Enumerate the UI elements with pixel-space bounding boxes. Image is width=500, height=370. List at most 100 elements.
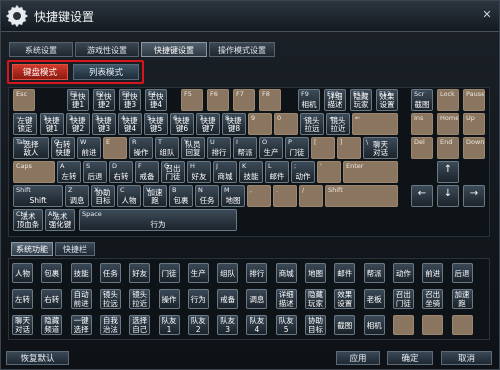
key-7e[interactable]: ~ 左键 锁定 — [13, 113, 37, 135]
key-o[interactable]: O 生产 — [259, 137, 283, 159]
function-button[interactable]: 前进 — [422, 263, 444, 283]
close-icon[interactable]: ✕ — [481, 9, 493, 21]
function-button[interactable]: 队友2 — [187, 315, 209, 335]
empty-slot[interactable] — [422, 315, 444, 335]
key-3b[interactable]: ; 动作 — [291, 161, 315, 183]
key-z[interactable]: Z 调息 — [65, 185, 89, 207]
function-button[interactable]: 详细 描述 — [275, 289, 297, 309]
key-shift[interactable]: Shift Shift — [13, 185, 63, 207]
key-caps[interactable]: Caps — [13, 161, 55, 183]
tab-shortcut-settings[interactable]: 快捷键设置 — [141, 42, 207, 57]
key-1[interactable]: 1 快捷 键1 — [40, 113, 64, 135]
key-6[interactable]: 6 快捷 键6 — [170, 113, 194, 135]
key-esc[interactable]: Esc — [13, 89, 35, 111]
key-f6[interactable]: F6 — [207, 89, 229, 111]
function-button[interactable]: 商城 — [275, 263, 297, 283]
function-button[interactable]: 邮件 — [334, 263, 356, 283]
function-button[interactable]: 隐藏 频道 — [41, 315, 63, 335]
key-scr[interactable]: Scr 截图 — [411, 89, 433, 111]
key-ctrl[interactable]: Ctrl 法术 顶血条 — [13, 209, 43, 231]
key-t[interactable]: T 组队 — [155, 137, 179, 159]
function-button[interactable]: 自我 治法 — [99, 315, 121, 335]
key-27[interactable]: ' — [317, 161, 341, 183]
key-f[interactable]: F 戒备 — [135, 161, 159, 183]
function-button[interactable]: 后退 — [451, 263, 473, 283]
key-tab[interactable]: Tab 选择 敌人 — [13, 137, 49, 159]
function-button[interactable]: 相机 — [363, 315, 385, 335]
function-button[interactable]: 聊天 对话 — [12, 315, 33, 335]
key-del[interactable]: Del — [411, 137, 433, 159]
key-ins[interactable]: Ins — [411, 113, 433, 135]
function-button[interactable]: 动作 — [392, 263, 414, 283]
function-button[interactable]: 组队 — [217, 263, 239, 283]
key-m[interactable]: M 地图 — [221, 185, 245, 207]
tab-quickbar[interactable]: 快捷栏 — [55, 242, 95, 256]
key-2[interactable]: 2 快捷 键2 — [66, 113, 90, 135]
function-button[interactable]: 队友5 — [275, 315, 297, 335]
key-r[interactable]: R 操作 — [129, 137, 153, 159]
function-button[interactable]: 加速跑 — [451, 289, 473, 309]
key-space[interactable]: Space 行为 — [79, 209, 237, 231]
empty-slot[interactable] — [392, 315, 414, 335]
key-pause[interactable]: Pause — [463, 89, 485, 111]
key-v[interactable]: V 加速跑 — [143, 185, 167, 207]
key-down[interactable]: Down — [463, 137, 485, 159]
function-button[interactable]: 队友4 — [246, 315, 268, 335]
function-button[interactable]: 右转 — [41, 289, 63, 309]
key-5b[interactable]: [ — [311, 137, 335, 159]
key-2e[interactable]: . — [273, 185, 297, 207]
key-f10[interactable]: F10 详细 描述 — [324, 89, 346, 111]
up-arrow-key[interactable]: ↑ — [437, 161, 459, 183]
tab-system-functions[interactable]: 系统功能 — [11, 242, 53, 256]
function-button[interactable]: 隐藏 玩家 — [305, 289, 326, 309]
tab-gameplay-settings[interactable]: 游戏性设置 — [75, 42, 139, 57]
key-2190[interactable]: ← — [352, 113, 398, 135]
function-button[interactable]: 技能 — [70, 263, 92, 283]
key-2c[interactable]: , — [247, 185, 271, 207]
key-0[interactable]: 0 — [274, 113, 298, 135]
function-button[interactable]: 老板 — [363, 289, 385, 309]
empty-slot[interactable] — [451, 315, 473, 335]
cancel-button[interactable]: 取消 — [441, 351, 492, 365]
function-button[interactable]: 行为 — [187, 289, 209, 309]
key-w[interactable]: W 前进 — [77, 137, 101, 159]
key-n[interactable]: N 任务 — [195, 185, 219, 207]
key-f8[interactable]: F8 — [259, 89, 281, 111]
key-2f[interactable]: / — [299, 185, 323, 207]
key-4[interactable]: 4 快捷 键4 — [118, 113, 142, 135]
key-f7[interactable]: F7 — [233, 89, 255, 111]
function-button[interactable]: 截图 — [334, 315, 356, 335]
function-button[interactable]: 选择 自己 — [129, 315, 151, 335]
key-u[interactable]: U 排行 — [207, 137, 231, 159]
reset-default-button[interactable]: 恢复默认 — [6, 351, 69, 365]
key-f5[interactable]: F5 — [181, 89, 203, 111]
key-l[interactable]: L 邮件 — [265, 161, 289, 183]
tab-system-settings[interactable]: 系统设置 — [9, 42, 73, 57]
function-button[interactable]: 任务 — [99, 263, 121, 283]
key-k[interactable]: K 技能 — [239, 161, 263, 183]
left-arrow-key[interactable]: ← — [411, 185, 433, 207]
key-f9[interactable]: F9 相机 — [298, 89, 320, 111]
key-3d[interactable]: = 镜头 拉近 — [326, 113, 350, 135]
function-button[interactable]: 戒备 — [217, 289, 239, 309]
function-button[interactable]: 帮派 — [363, 263, 385, 283]
key-a[interactable]: A 左转 — [57, 161, 81, 183]
keyboard-mode-button[interactable]: 键盘模式 — [12, 64, 68, 80]
function-button[interactable]: 生产 — [187, 263, 209, 283]
key-2d[interactable]: - 镜头 拉远 — [300, 113, 324, 135]
function-button[interactable]: 队友3 — [217, 315, 239, 335]
key-7[interactable]: 7 快捷 键7 — [196, 113, 220, 135]
key-shift[interactable]: Shift — [325, 185, 398, 207]
key-9[interactable]: 9 — [248, 113, 272, 135]
function-button[interactable]: 调息 — [246, 289, 268, 309]
apply-button[interactable]: 应用 — [336, 351, 380, 365]
key-q[interactable]: Q 右转 快捷 — [51, 137, 75, 159]
key-y[interactable]: Y 队员 回复 — [181, 137, 205, 159]
key-f2[interactable]: F2 主快 捷2 — [93, 89, 115, 111]
function-button[interactable]: 镜头 拉远 — [99, 289, 121, 309]
key-f4[interactable]: F4 主快 捷4 — [145, 89, 167, 111]
function-button[interactable]: 自动 前进 — [70, 289, 92, 309]
function-button[interactable]: 排行 — [246, 263, 268, 283]
tab-operation-mode-settings[interactable]: 操作模式设置 — [209, 42, 275, 57]
function-button[interactable]: 人物 — [12, 263, 33, 283]
